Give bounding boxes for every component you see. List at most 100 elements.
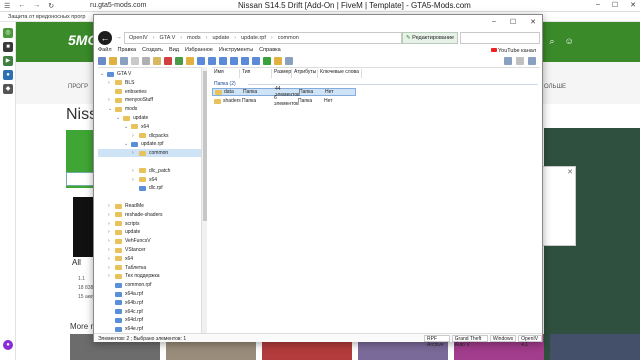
site-nav-item[interactable]: ПРОГР (68, 84, 88, 90)
path-segment[interactable]: update.rpf (241, 35, 266, 41)
rename-icon[interactable] (241, 57, 249, 65)
chevron-right-icon[interactable]: › (108, 80, 115, 86)
tree-item[interactable]: x64b.rpf (98, 299, 143, 307)
group-header[interactable]: Папка (2) (214, 81, 236, 87)
tree-item[interactable]: › ReadMe (98, 202, 144, 210)
paste-icon[interactable] (153, 57, 161, 65)
chevron-down-icon[interactable] (516, 57, 524, 65)
tree-item[interactable]: › reshade-shaders (98, 211, 163, 219)
replace-icon[interactable] (230, 57, 238, 65)
tree-item[interactable]: › common (98, 149, 202, 158)
chevron-right-icon[interactable]: › (108, 265, 115, 271)
path-segment[interactable]: common (278, 35, 299, 41)
site-nav-more[interactable]: ОЛЬШЕ (544, 84, 566, 90)
play-icon[interactable] (175, 57, 183, 65)
tree-item[interactable]: › Тех поддержка (98, 272, 160, 280)
tree-item[interactable]: ⌄ update (98, 114, 148, 122)
chevron-right-icon[interactable]: › (108, 229, 115, 235)
path-segment[interactable]: OpenIV (129, 35, 148, 41)
save-icon[interactable] (120, 57, 128, 65)
tree-item[interactable]: ⌄ GTA V (98, 70, 131, 78)
chevron-right-icon[interactable]: › (108, 256, 115, 262)
chevron-down-icon[interactable]: ⌄ (100, 71, 107, 77)
tree-item[interactable]: x64d.rpf (98, 316, 143, 324)
chevron-down-icon[interactable]: ⌄ (124, 124, 131, 130)
sidebar-tool-icon[interactable]: ◆ (3, 84, 13, 94)
sidebar-app-icon[interactable]: ● (3, 70, 13, 80)
chevron-right-icon[interactable]: › (108, 221, 115, 227)
sidebar-bookmark-icon[interactable]: ■ (3, 42, 13, 52)
sidebar-play-icon[interactable]: ▶ (3, 56, 13, 66)
search-input[interactable] (460, 32, 540, 44)
column-keywords[interactable]: Ключевые слова (318, 69, 362, 78)
menu-tools[interactable]: Инструменты (219, 47, 253, 56)
menu-edit[interactable]: Правка (118, 47, 137, 56)
column-name[interactable]: Имя (212, 69, 240, 78)
view-mode-icon[interactable] (504, 57, 512, 65)
back-arrow-icon[interactable]: ← (18, 2, 25, 10)
export-icon[interactable] (219, 57, 227, 65)
sidebar-extension-icon[interactable]: ◎ (3, 28, 13, 38)
import-icon[interactable] (208, 57, 216, 65)
tree-item[interactable]: › Таблетка (98, 264, 146, 272)
tree-item[interactable]: x64a.rpf (98, 290, 143, 298)
tree-item[interactable]: enbseries (98, 88, 147, 96)
new-icon[interactable] (98, 57, 106, 65)
forward-arrow-icon[interactable]: → (33, 2, 40, 10)
user-icon[interactable]: ☺ (565, 36, 574, 47)
tree-item[interactable]: dlc.rpf (98, 184, 163, 192)
tree-item[interactable]: ⌄ update.rpf (98, 140, 164, 148)
tree-item[interactable]: ⌄ x64 (98, 123, 149, 131)
tree-item[interactable]: x64e.rpf (98, 325, 143, 333)
forward-arrow-icon[interactable]: → (115, 34, 122, 41)
close-icon[interactable]: ✕ (530, 18, 536, 26)
close-icon[interactable]: ✕ (630, 1, 636, 9)
chevron-right-icon[interactable]: › (108, 203, 115, 209)
cut-icon[interactable] (131, 57, 139, 65)
chevron-right-icon[interactable]: › (132, 150, 139, 156)
path-segment[interactable]: mods (187, 35, 200, 41)
reload-icon[interactable]: ↻ (48, 2, 54, 10)
delete-icon[interactable] (164, 57, 172, 65)
related-thumb[interactable] (550, 334, 640, 360)
minimize-icon[interactable]: – (596, 1, 600, 9)
chevron-down-icon[interactable]: ⌄ (108, 106, 115, 112)
security-notice[interactable]: Защита от вредоносных прогр (8, 14, 85, 20)
address-path[interactable]: OpenIV › GTA V › mods › update › update.rpf ›… (124, 32, 402, 44)
folder-icon[interactable] (109, 57, 117, 65)
back-arrow-icon[interactable]: ← (98, 31, 112, 45)
menu-create[interactable]: Создать (142, 47, 163, 56)
chevron-right-icon[interactable]: › (132, 177, 139, 183)
copy-icon[interactable] (142, 57, 150, 65)
menu-icon[interactable]: ☰ (4, 2, 10, 10)
chevron-right-icon[interactable]: › (108, 238, 115, 244)
tree-item[interactable]: › dlc_patch (98, 167, 170, 175)
close-icon[interactable]: ✕ (567, 168, 573, 176)
tree-item[interactable]: › VehFuncsV (98, 237, 151, 245)
tree-item[interactable]: › menyooStuff (98, 96, 153, 104)
maximize-icon[interactable]: ☐ (612, 1, 618, 9)
file-row[interactable]: shaders Папка 6 элементов Папка Нет (212, 95, 356, 107)
menu-help[interactable]: Справка (259, 47, 281, 56)
sidebar-profile-icon[interactable]: ● (3, 340, 13, 350)
path-segment[interactable]: GTA V (160, 35, 176, 41)
tree-scrollbar[interactable] (201, 67, 207, 333)
preview-pane-icon[interactable] (528, 57, 536, 65)
chevron-down-icon[interactable]: ⌄ (116, 115, 123, 121)
menu-view[interactable]: Вид (169, 47, 179, 56)
new-folder-icon[interactable] (274, 57, 282, 65)
tree-item[interactable]: › x64 (98, 176, 157, 184)
chevron-right-icon[interactable]: › (108, 97, 115, 103)
chevron-right-icon[interactable]: › (108, 212, 115, 218)
tree-item[interactable]: › dlcpacks (98, 132, 168, 140)
address-bar[interactable]: ru.gta5-mods.com (90, 2, 146, 9)
youtube-link[interactable]: YouTube канал (491, 48, 536, 54)
tree-item[interactable]: › VStancer (98, 246, 146, 254)
menu-file[interactable]: Файл (98, 47, 112, 56)
tree-item[interactable]: › BLS (98, 79, 134, 87)
refresh-icon[interactable] (285, 57, 293, 65)
tree-item[interactable]: x64c.rpf (98, 308, 143, 316)
column-size[interactable]: Размер (272, 69, 292, 78)
folder-open-icon[interactable] (186, 57, 194, 65)
arrow-up-icon[interactable] (197, 57, 205, 65)
